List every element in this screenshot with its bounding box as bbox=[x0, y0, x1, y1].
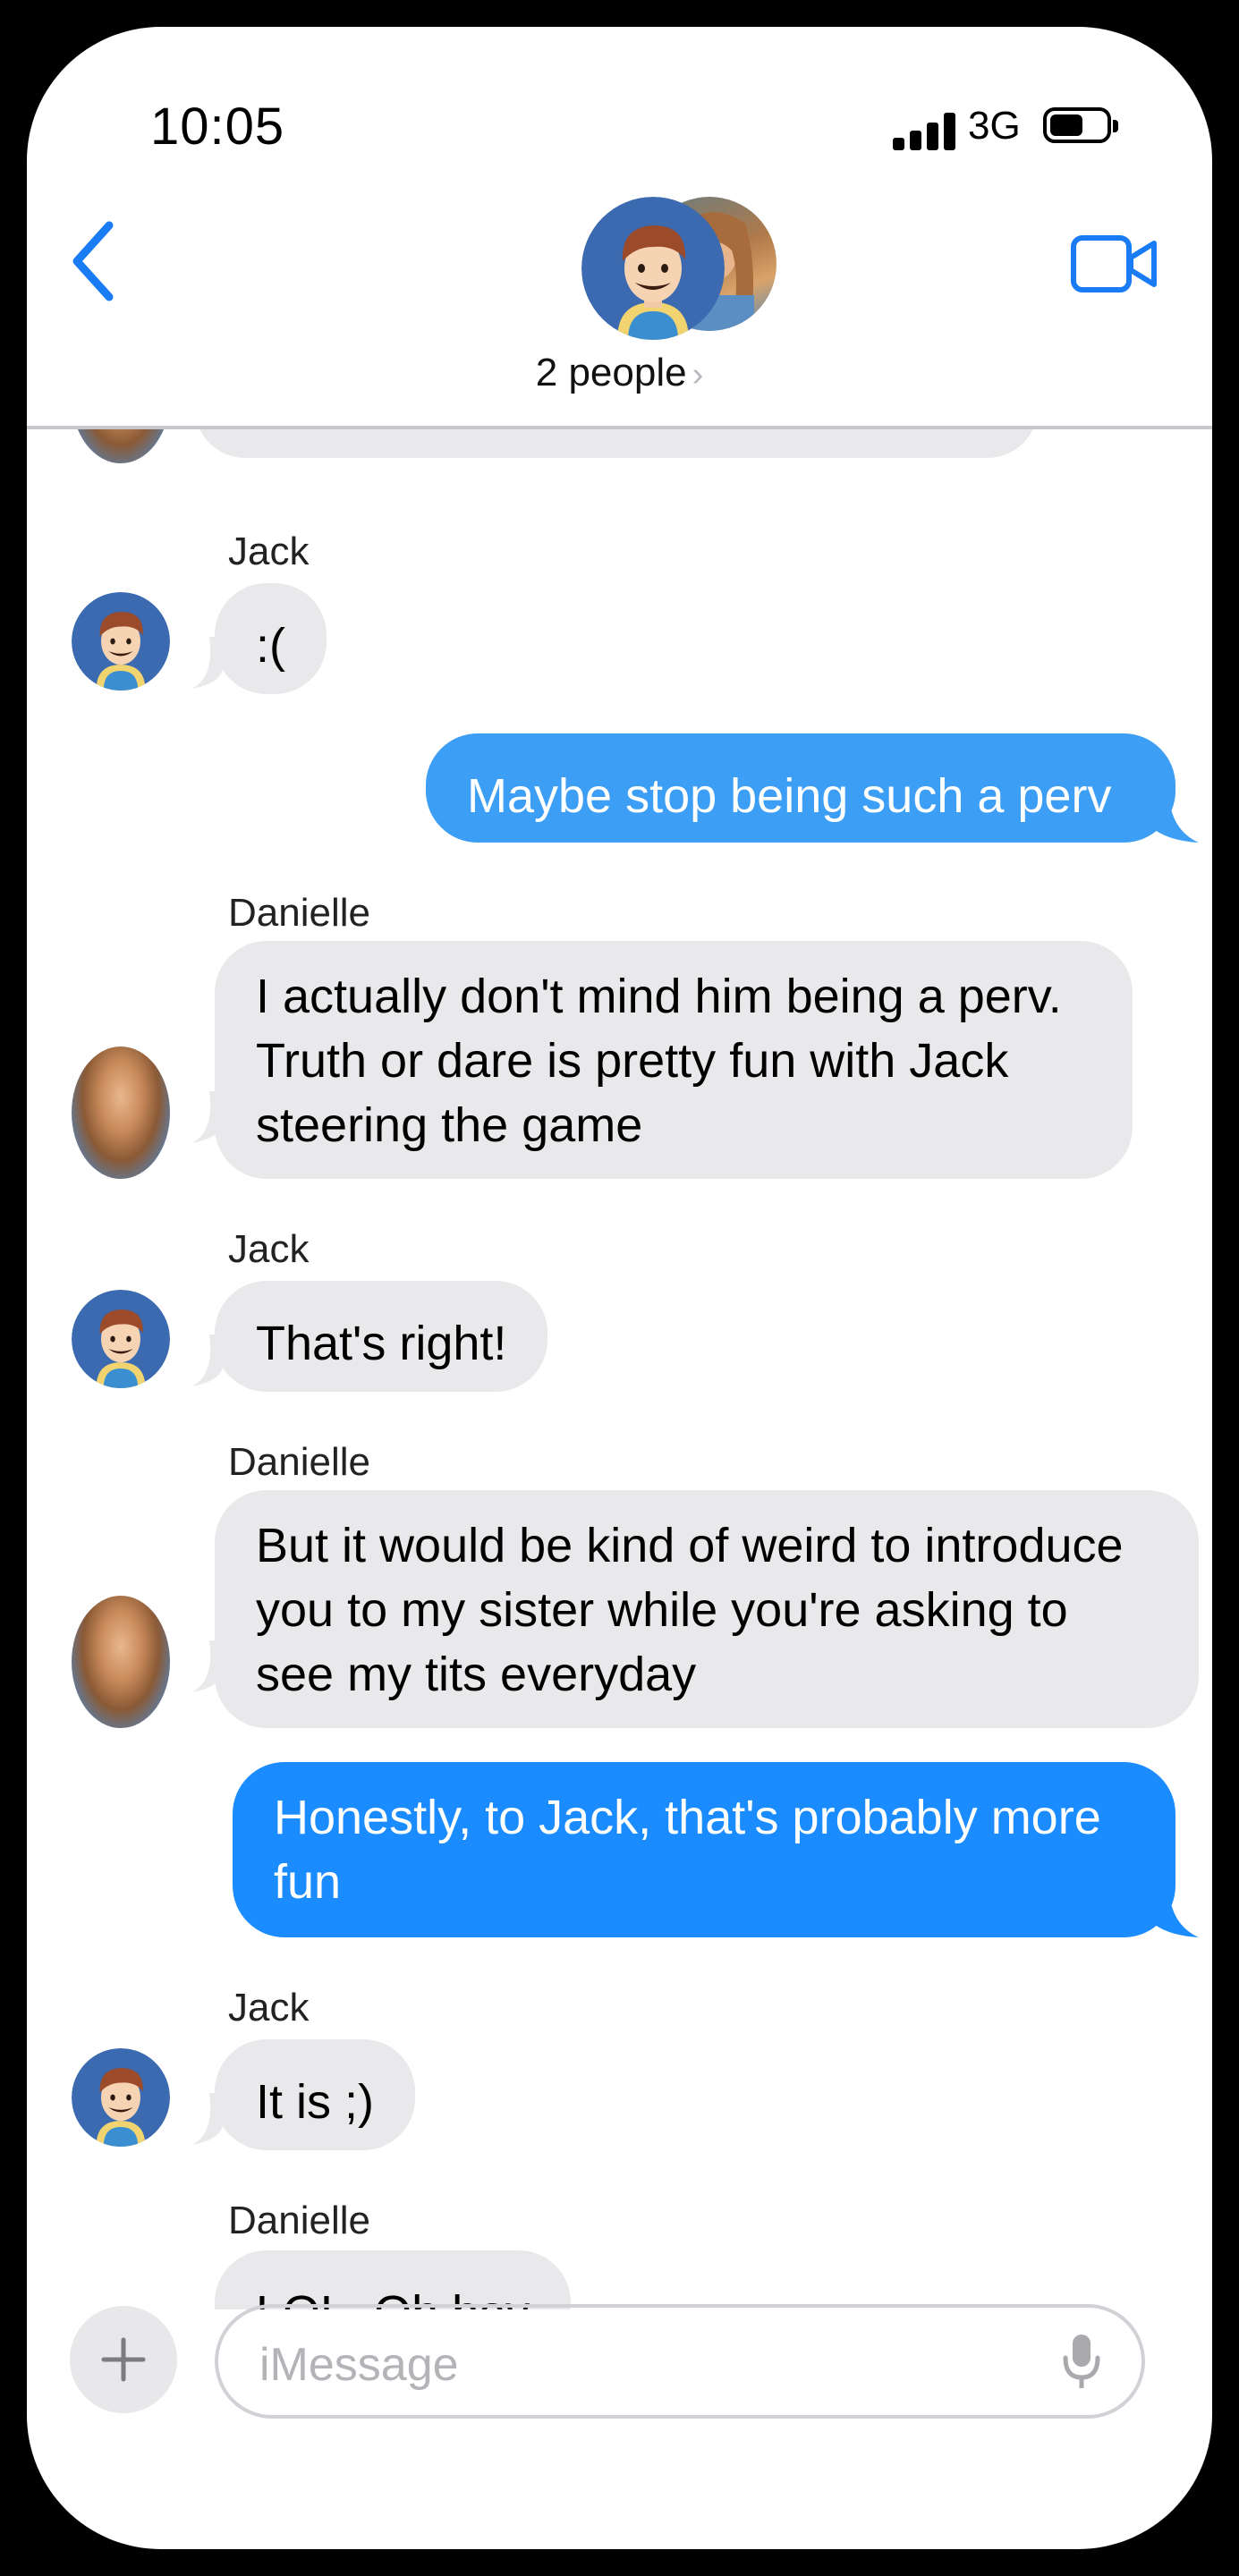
message-bubble[interactable]: It is ;) bbox=[215, 2039, 415, 2150]
sender-name: Jack bbox=[228, 1986, 310, 2029]
message-line: you to my sister while you're asking to bbox=[256, 1583, 1068, 1637]
sender-name: Danielle bbox=[228, 1440, 370, 1484]
sender-name: Danielle bbox=[228, 2199, 370, 2242]
message-line: But it would be kind of weird to introdu… bbox=[256, 1519, 1124, 1572]
add-attachment-button[interactable] bbox=[70, 2306, 177, 2413]
group-people-label[interactable]: 2 people › bbox=[27, 351, 1212, 395]
danielle-avatar bbox=[72, 429, 170, 463]
message-bubble[interactable]: But it would be kind of weird to introdu… bbox=[215, 1490, 1199, 1728]
message-line: steering the game bbox=[256, 1098, 643, 1152]
status-time: 10:05 bbox=[150, 97, 285, 156]
group-avatar[interactable] bbox=[581, 197, 778, 345]
plus-icon bbox=[101, 2337, 146, 2382]
jack-avatar bbox=[72, 2048, 170, 2147]
video-call-icon[interactable] bbox=[1070, 233, 1159, 295]
message-bubble[interactable]: :( bbox=[215, 583, 327, 694]
input-placeholder: iMessage bbox=[259, 2339, 459, 2391]
message-line: Honestly, to Jack, that's probably more bbox=[274, 1791, 1101, 1844]
network-type: 3G bbox=[968, 104, 1021, 148]
group-people-text: 2 people bbox=[535, 351, 687, 394]
danielle-avatar bbox=[72, 1046, 170, 1179]
jack-avatar bbox=[581, 197, 725, 340]
chevron-right-icon: › bbox=[692, 356, 704, 394]
cellular-signal-icon bbox=[893, 113, 955, 150]
jack-avatar bbox=[72, 1290, 170, 1388]
jack-avatar bbox=[72, 592, 170, 691]
message-thread[interactable]: Jack :( Maybe stop being such a perv Dan… bbox=[27, 429, 1212, 2309]
back-chevron-icon[interactable] bbox=[64, 216, 136, 306]
message-line: I actually don't mind him being a perv. bbox=[256, 970, 1062, 1023]
imessage-input[interactable]: iMessage bbox=[215, 2304, 1145, 2419]
sender-name: Danielle bbox=[228, 891, 370, 935]
message-bubble[interactable]: That's right! bbox=[215, 1281, 548, 1392]
message-bubble-outgoing[interactable]: Maybe stop being such a perv bbox=[426, 733, 1175, 843]
bubble-tail bbox=[1150, 791, 1199, 843]
message-bubble[interactable]: LOL. Oh boy bbox=[215, 2250, 572, 2309]
message-bubble-outgoing[interactable]: Honestly, to Jack, that's probably more … bbox=[233, 1762, 1175, 1937]
phone-screen: 10:05 3G 2 people › Jack:(Maybe stop b… bbox=[27, 27, 1212, 2549]
message-line: Truth or dare is pretty fun with Jack bbox=[256, 1034, 1009, 1088]
sender-name: Jack bbox=[228, 1227, 310, 1271]
bubble-tail bbox=[1150, 1885, 1199, 1937]
microphone-icon[interactable] bbox=[1059, 2331, 1104, 2394]
message-line: fun bbox=[274, 1855, 342, 1909]
sender-name: Jack bbox=[228, 530, 310, 573]
battery-icon bbox=[1043, 107, 1118, 143]
message-bubble[interactable]: I actually don't mind him being a perv. … bbox=[215, 941, 1133, 1179]
danielle-avatar bbox=[72, 1596, 170, 1728]
message-bubble-partial[interactable] bbox=[195, 429, 1038, 458]
message-line: see my tits everyday bbox=[256, 1648, 697, 1701]
